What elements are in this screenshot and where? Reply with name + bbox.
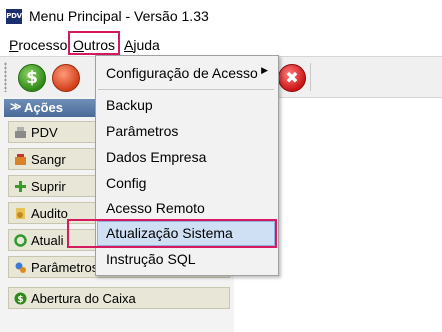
menu-item-configuracao-acesso[interactable]: Configuração de Acesso <box>106 65 258 81</box>
toolbar-divider <box>310 63 311 91</box>
outros-highlight-box <box>68 31 120 55</box>
withdraw-icon <box>15 154 26 165</box>
window-title: Menu Principal - Versão 1.33 <box>29 8 209 24</box>
menu-processo[interactable]: Processo <box>9 37 67 53</box>
orange-action-button[interactable] <box>52 64 80 92</box>
title-bar: PDV Menu Principal - Versão 1.33 <box>0 0 442 32</box>
menu-item-config[interactable]: Config <box>106 175 146 191</box>
abertura-caixa-button[interactable]: $ Abertura do Caixa <box>8 287 230 309</box>
atualizacao-highlight-box <box>67 219 277 248</box>
dollar-button[interactable]: $ <box>18 64 46 92</box>
refresh-icon <box>14 234 27 247</box>
submenu-arrow-icon: ▶ <box>261 65 268 75</box>
audit-icon <box>16 208 25 219</box>
register-icon <box>15 127 26 138</box>
parameters-icon <box>15 262 26 273</box>
svg-text:$: $ <box>17 295 23 305</box>
menu-separator <box>98 89 274 90</box>
menu-bar: Processo Outros Ajuda <box>0 32 442 56</box>
close-button[interactable]: ✖ <box>278 64 306 92</box>
menu-item-parametros[interactable]: Parâmetros <box>106 123 178 139</box>
menu-item-acesso-remoto[interactable]: Acesso Remoto <box>106 200 205 216</box>
menu-item-backup[interactable]: Backup <box>106 97 153 113</box>
close-icon: ✖ <box>285 68 299 87</box>
cash-open-icon: $ <box>14 292 27 305</box>
menu-item-instrucao-sql[interactable]: Instrução SQL <box>106 251 196 267</box>
app-icon: PDV <box>6 9 22 24</box>
chevron-double-down-icon: ≫ <box>10 101 22 113</box>
menu-item-dados-empresa[interactable]: Dados Empresa <box>106 149 206 165</box>
supply-icon <box>15 181 26 192</box>
toolbar-grip[interactable] <box>4 62 7 92</box>
menu-ajuda[interactable]: Ajuda <box>124 37 160 53</box>
dollar-icon: $ <box>26 68 38 88</box>
